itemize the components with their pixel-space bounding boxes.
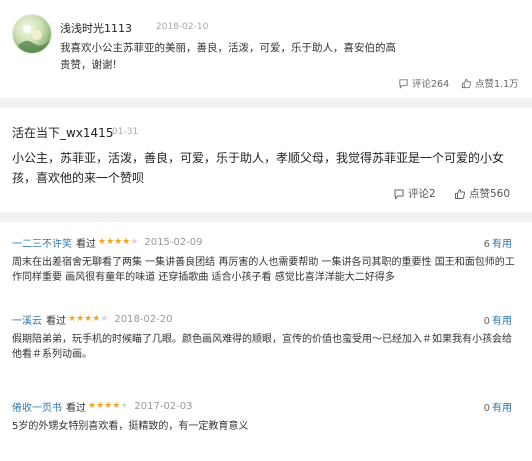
review-seen-label: 看过 (76, 238, 96, 250)
star-filled-icon: ★ (96, 401, 105, 411)
star-filled-icon: ★ (88, 401, 97, 411)
rating-stars: ★ ★ ★ ★ ★ (68, 314, 108, 324)
like-button[interactable]: 点赞1.1万 (461, 76, 519, 90)
useful-count: 0 (483, 403, 490, 414)
useful-count: 6 (483, 239, 490, 250)
comment-card-1: 浅浅时光1113 2018-02-10 我喜欢小公主苏菲亚的美丽，善良，活泼，可… (0, 0, 532, 98)
useful-vote-button[interactable]: 0 有用 (484, 399, 512, 414)
rating-stars: ★ ★ ★ ★ ★ (98, 237, 138, 247)
star-empty-icon: ★ (100, 314, 109, 324)
review-item: 一二三不许笑 看过 ★ ★ ★ ★ ★ 2015-02-09 6 有用 周末在出差宿舍无聊… (0, 235, 532, 295)
star-filled-icon: ★ (76, 314, 85, 324)
like-button[interactable]: 点赞560 (454, 186, 510, 201)
useful-label: 有用 (492, 239, 512, 250)
useful-vote-button[interactable]: 6 有用 (484, 235, 512, 250)
review-text: 周末在出差宿舍无聊看了两集 一集讲善良团结 再厉害的人也需要帮助 一集讲各司其职… (12, 257, 515, 283)
review-author-link[interactable]: 一溪云 (12, 312, 42, 327)
review-author-link[interactable]: 倦收一页书 (12, 399, 62, 414)
comment-date: 2018-02-10 (156, 22, 209, 32)
comment-username[interactable]: 浅浅时光1113 (60, 20, 132, 36)
useful-count: 0 (483, 316, 490, 327)
section-separator (0, 212, 532, 222)
star-filled-icon: ★ (114, 237, 123, 247)
star-filled-icon: ★ (106, 237, 115, 247)
star-filled-icon: ★ (122, 237, 131, 247)
review-header: 一溪云 看过 ★ ★ ★ ★ ★ 2018-02-20 (12, 312, 173, 327)
comments-page: 浅浅时光1113 2018-02-10 我喜欢小公主苏菲亚的美丽，善良，活泼，可… (0, 0, 532, 461)
star-empty-icon: ★ (120, 401, 129, 411)
comment-card-2: 活在当下_wx1415 01-31 小公主，苏菲亚，活泼，善良，可爱，乐于助人，… (0, 108, 532, 212)
review-seen-label: 看过 (66, 402, 86, 414)
review-item: 倦收一页书 看过 ★ ★ ★ ★ ★ 2017-02-03 0 有用 5岁的外甥女特别喜欢… (0, 399, 532, 439)
review-item: 一溪云 看过 ★ ★ ★ ★ ★ 2018-02-20 0 有用 假期陪弟弟，玩手机的时候… (0, 312, 532, 372)
review-author-link[interactable]: 一二三不许笑 (12, 235, 72, 250)
comment-date: 01-31 (112, 127, 139, 137)
review-seen-label: 看过 (46, 315, 66, 327)
review-date: 2015-02-09 (144, 236, 203, 248)
section-separator (0, 98, 532, 108)
useful-vote-button[interactable]: 0 有用 (484, 312, 512, 327)
comment-reply-button[interactable]: 评论2 (393, 186, 436, 201)
like-count-label: 点赞1.1万 (475, 79, 519, 90)
review-text: 5岁的外甥女特别喜欢看，挺精致的，有一定教育意义 (12, 421, 249, 432)
review-date: 2018-02-20 (114, 313, 173, 325)
review-text: 假期陪弟弟，玩手机的时候瞄了几眼。颜色画风难得的顺眼，宣传的价值也蛮受用～已经加… (12, 334, 512, 360)
thumbs-up-icon (461, 78, 472, 88)
star-filled-icon: ★ (92, 314, 101, 324)
comment-count-label: 评论2 (408, 188, 436, 200)
star-filled-icon: ★ (68, 314, 77, 324)
star-filled-icon: ★ (104, 401, 113, 411)
thumbs-up-icon (455, 188, 466, 199)
comment-icon (394, 189, 404, 200)
review-date: 2017-02-03 (134, 400, 193, 412)
comment-text: 小公主，苏菲亚，活泼，善良，可爱，乐于助人，孝顺父母，我觉得苏菲亚是一个可爱的小… (12, 151, 505, 185)
star-filled-icon: ★ (84, 314, 93, 324)
star-empty-icon: ★ (130, 237, 139, 247)
useful-label: 有用 (492, 316, 512, 327)
comment-reply-button[interactable]: 评论264 (398, 76, 449, 90)
comment-username[interactable]: 活在当下_wx1415 (12, 124, 113, 141)
comment-icon (399, 78, 408, 89)
rating-stars: ★ ★ ★ ★ ★ (88, 401, 128, 411)
avatar[interactable] (12, 14, 52, 54)
star-filled-icon: ★ (98, 237, 107, 247)
like-count-label: 点赞560 (469, 188, 511, 200)
useful-label: 有用 (492, 403, 512, 414)
comment-text: 我喜欢小公主苏菲亚的美丽，善良，活泼，可爱，乐于助人，喜安伯的高贵赞，谢谢! (60, 42, 396, 71)
review-header: 一二三不许笑 看过 ★ ★ ★ ★ ★ 2015-02-09 (12, 235, 203, 250)
comment-count-label: 评论264 (412, 79, 450, 90)
star-filled-icon: ★ (112, 401, 121, 411)
review-header: 倦收一页书 看过 ★ ★ ★ ★ ★ 2017-02-03 (12, 399, 193, 414)
